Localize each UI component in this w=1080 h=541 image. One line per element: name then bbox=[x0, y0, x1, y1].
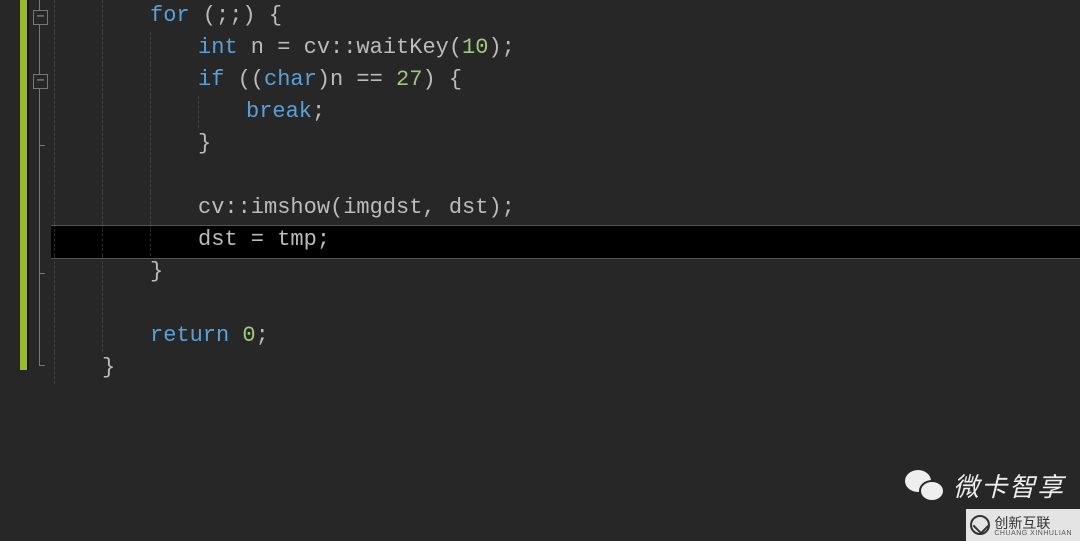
watermark-corner-sub: CHUANG XINHULIAN bbox=[994, 530, 1072, 537]
indent-guide bbox=[150, 192, 151, 224]
indent-guide bbox=[54, 128, 55, 160]
code-text: return 0; bbox=[150, 320, 269, 352]
indent-guide bbox=[150, 96, 151, 128]
code-text: if ((char)n == 27) { bbox=[198, 64, 462, 96]
code-text: } bbox=[102, 352, 115, 384]
watermark-wechat: 微卡智享 bbox=[905, 467, 1065, 504]
indent-guide bbox=[54, 160, 55, 192]
indent-guide bbox=[150, 32, 151, 64]
code-line[interactable]: if ((char)n == 27) { bbox=[54, 64, 1080, 96]
code-editor[interactable]: − − for (;;) {int n = cv::waitKey(10);if… bbox=[0, 0, 1080, 541]
fold-line bbox=[39, 145, 40, 273]
fold-cap bbox=[39, 365, 45, 366]
indent-guide bbox=[54, 0, 55, 32]
indent-guide bbox=[102, 224, 103, 256]
indent-guide bbox=[102, 288, 103, 320]
code-line[interactable]: int n = cv::waitKey(10); bbox=[54, 32, 1080, 64]
fold-toggle-icon[interactable]: − bbox=[33, 10, 48, 25]
code-text: } bbox=[198, 128, 211, 160]
indent-guide bbox=[54, 192, 55, 224]
change-marker-bar bbox=[20, 0, 27, 370]
code-text: cv::imshow(imgdst, dst); bbox=[198, 192, 515, 224]
indent-guide bbox=[54, 352, 55, 384]
code-line[interactable] bbox=[54, 288, 1080, 320]
indent-guide bbox=[102, 320, 103, 352]
code-line[interactable]: } bbox=[54, 128, 1080, 160]
indent-guide bbox=[102, 256, 103, 288]
code-line[interactable]: } bbox=[54, 256, 1080, 288]
code-line[interactable] bbox=[54, 160, 1080, 192]
code-area[interactable]: for (;;) {int n = cv::waitKey(10);if ((c… bbox=[54, 0, 1080, 384]
code-line[interactable]: for (;;) { bbox=[54, 0, 1080, 32]
code-text: } bbox=[150, 256, 163, 288]
indent-guide bbox=[198, 96, 199, 128]
code-line[interactable]: } bbox=[54, 352, 1080, 384]
indent-guide bbox=[54, 256, 55, 288]
gutter-edge bbox=[27, 0, 29, 370]
fold-line bbox=[39, 273, 40, 365]
indent-guide bbox=[54, 224, 55, 256]
code-line[interactable]: return 0; bbox=[54, 320, 1080, 352]
indent-guide bbox=[102, 192, 103, 224]
indent-guide bbox=[102, 128, 103, 160]
watermark-wechat-text: 微卡智享 bbox=[953, 467, 1065, 504]
code-text: for (;;) { bbox=[150, 0, 282, 32]
indent-guide bbox=[102, 32, 103, 64]
fold-toggle-icon[interactable]: − bbox=[33, 74, 48, 89]
indent-guide bbox=[150, 224, 151, 256]
code-line[interactable]: break; bbox=[54, 96, 1080, 128]
indent-guide bbox=[102, 64, 103, 96]
watermark-corner: 创新互联 CHUANG XINHULIAN bbox=[966, 509, 1080, 541]
indent-guide bbox=[102, 96, 103, 128]
code-text: break; bbox=[246, 96, 325, 128]
code-line[interactable]: cv::imshow(imgdst, dst); bbox=[54, 192, 1080, 224]
indent-guide bbox=[54, 320, 55, 352]
indent-guide bbox=[102, 0, 103, 32]
code-text: dst = tmp; bbox=[198, 224, 330, 256]
wechat-icon bbox=[905, 470, 945, 502]
indent-guide bbox=[54, 288, 55, 320]
fold-gutter: − − bbox=[31, 0, 51, 370]
code-text: int n = cv::waitKey(10); bbox=[198, 32, 515, 64]
fold-line bbox=[39, 24, 40, 76]
indent-guide bbox=[102, 160, 103, 192]
corner-logo-icon bbox=[970, 515, 990, 535]
indent-guide bbox=[150, 160, 151, 192]
fold-line bbox=[39, 88, 40, 145]
indent-guide bbox=[54, 64, 55, 96]
indent-guide bbox=[54, 32, 55, 64]
indent-guide bbox=[54, 96, 55, 128]
code-line[interactable]: dst = tmp; bbox=[54, 224, 1080, 256]
indent-guide bbox=[150, 128, 151, 160]
watermark-corner-main: 创新互联 bbox=[994, 516, 1072, 530]
indent-guide bbox=[150, 64, 151, 96]
